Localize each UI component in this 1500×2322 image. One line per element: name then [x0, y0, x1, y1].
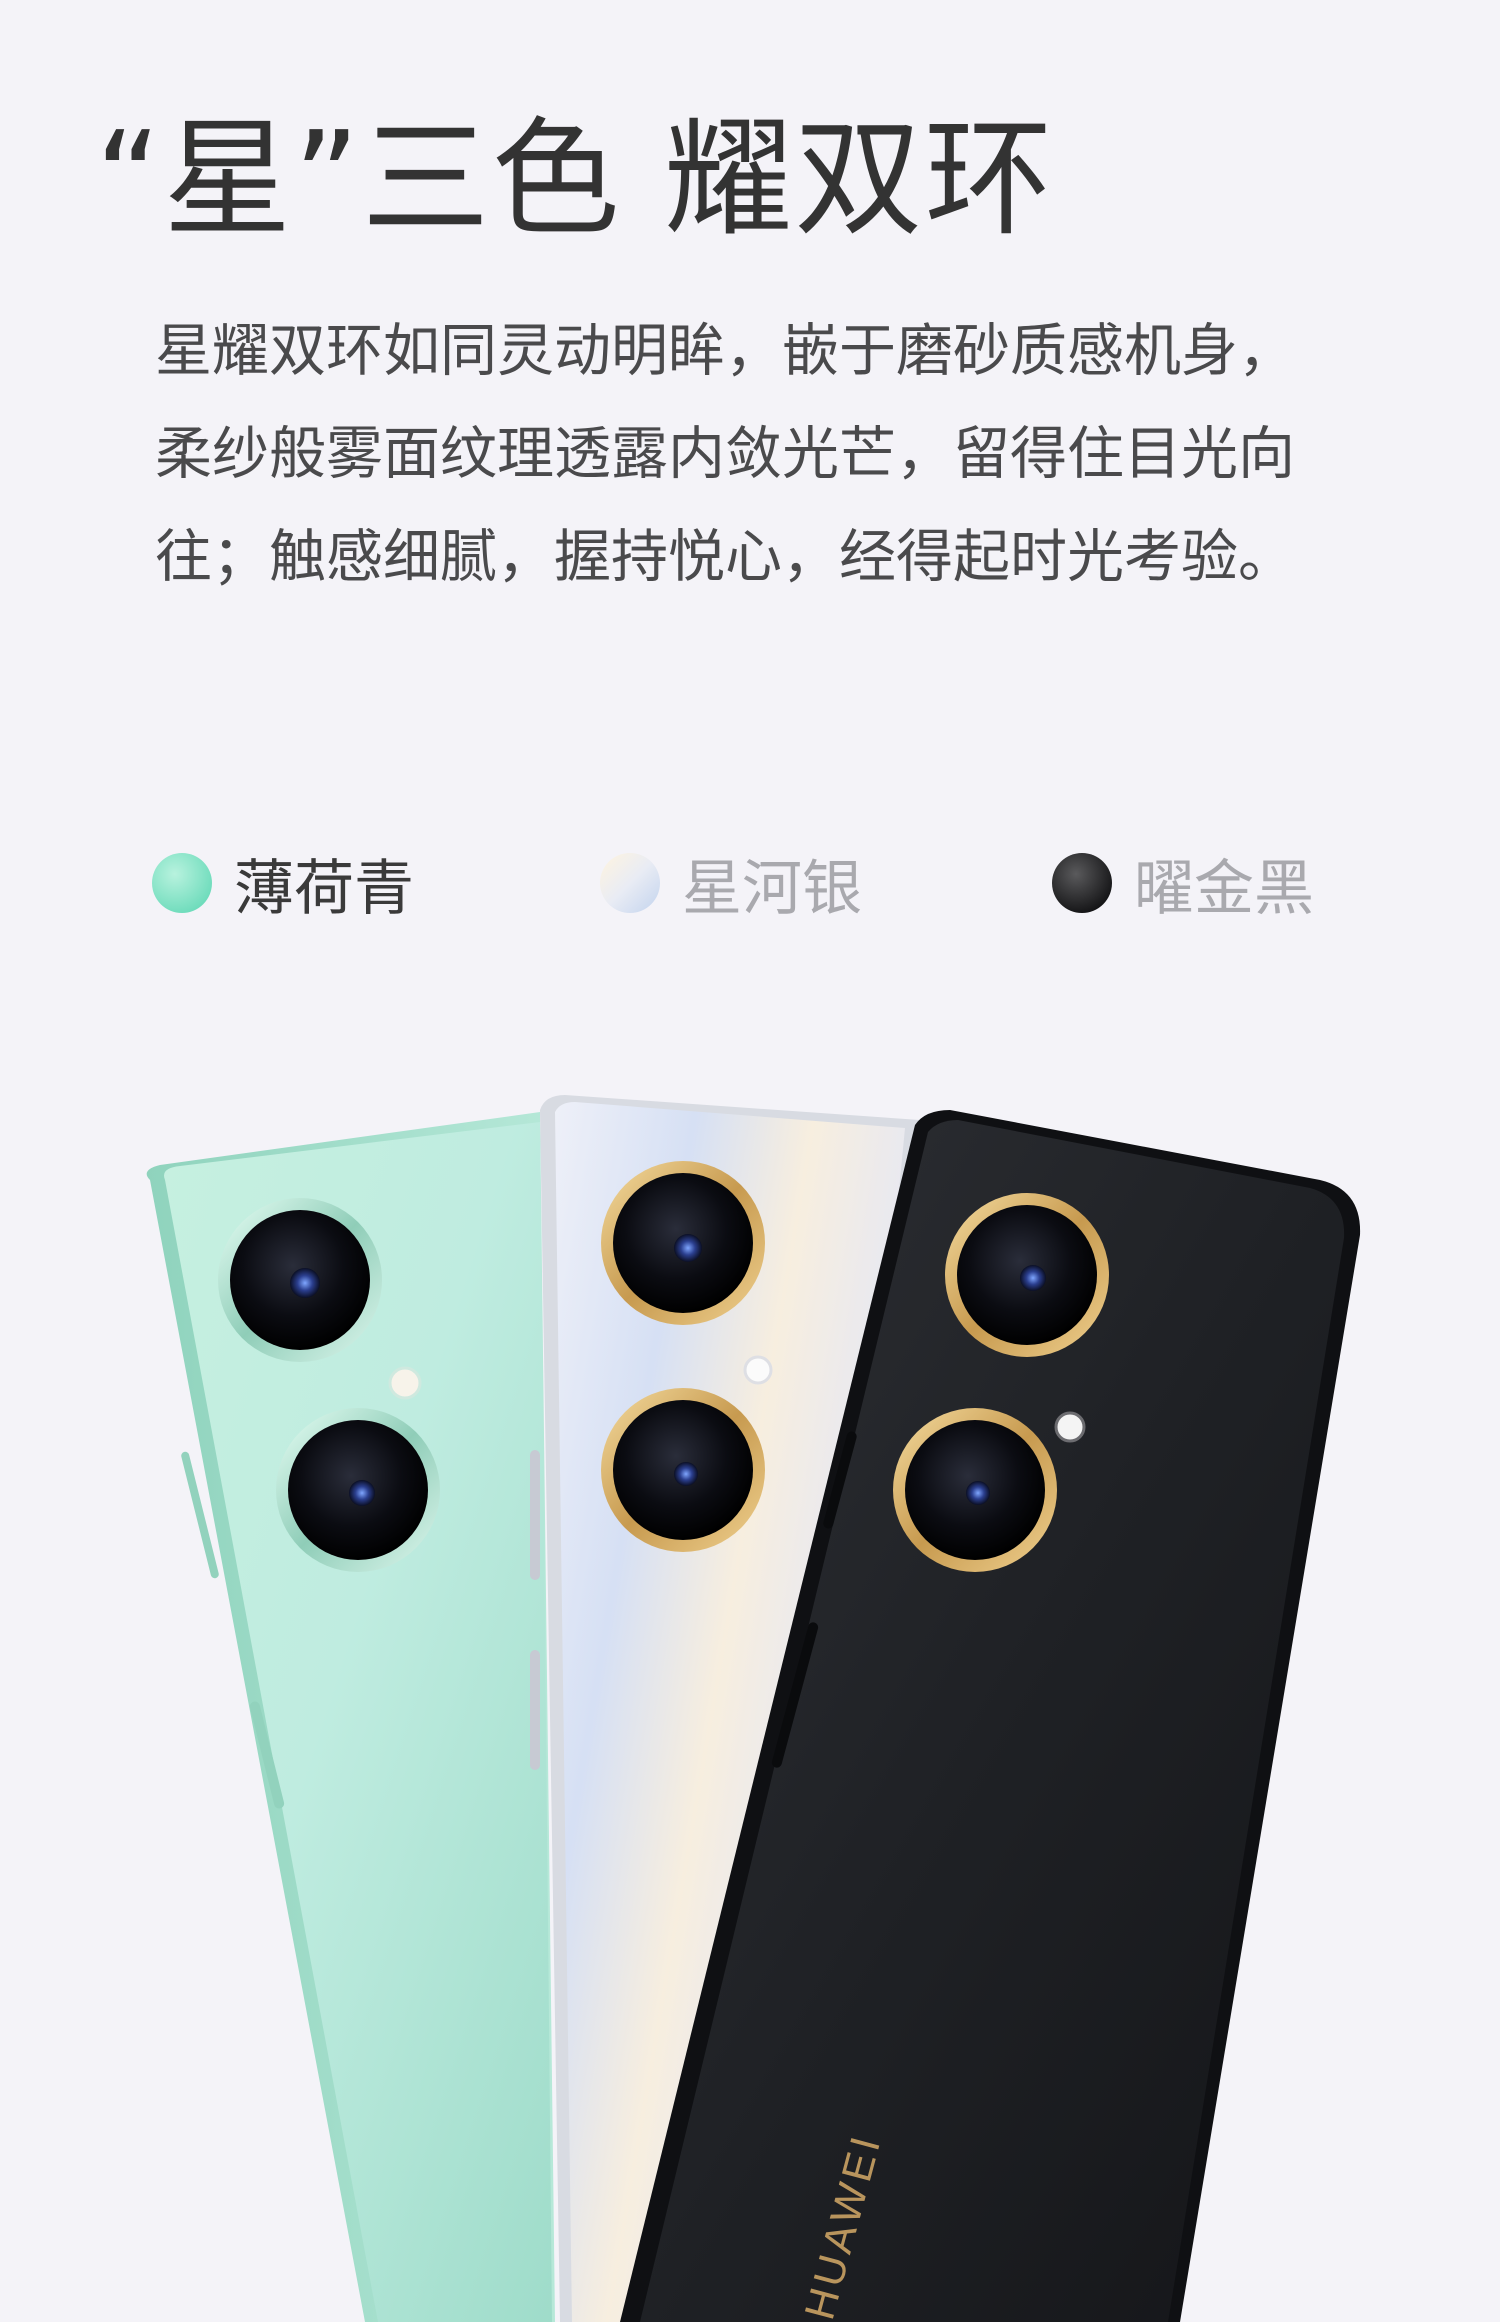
color-option-black[interactable]: 曜金黑 [1052, 838, 1314, 928]
black-swatch-icon [1052, 853, 1112, 913]
mint-phone [146, 1112, 555, 2322]
headline: “星”三色 耀双环 [95, 105, 1055, 254]
color-option-silver[interactable]: 星河银 [600, 838, 862, 928]
mint-swatch-icon [152, 853, 212, 913]
phone-product-image: HUAWEI [0, 1050, 1500, 2322]
description: 星耀双环如同灵动明眸，嵌于磨砂质感机身，柔纱般雾面纹理透露内敛光芒，留得住目光向… [155, 318, 1295, 590]
color-option-mint[interactable]: 薄荷青 [152, 838, 414, 928]
color-label-silver: 星河银 [682, 853, 862, 924]
silver-swatch-icon [600, 853, 660, 913]
color-label-black: 曜金黑 [1134, 853, 1314, 924]
color-label-mint: 薄荷青 [234, 853, 414, 924]
